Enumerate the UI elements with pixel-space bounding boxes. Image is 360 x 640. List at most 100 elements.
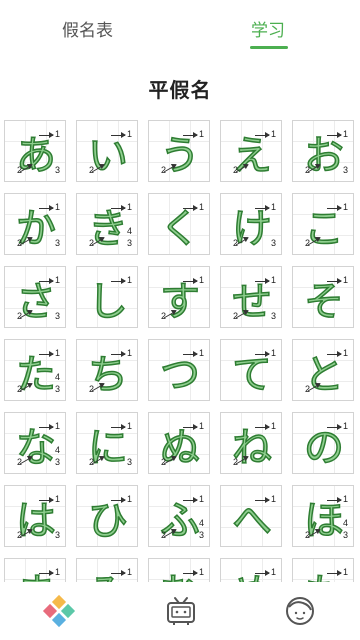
nav-video-button[interactable] <box>164 594 198 628</box>
stroke-order-number: 1 <box>342 129 348 139</box>
stroke-order-number: 3 <box>270 311 276 321</box>
stroke-order-number: 4 <box>54 445 60 455</box>
stroke-arrow-icon <box>327 424 342 430</box>
stroke-arrow-icon <box>39 497 54 503</box>
stroke-order-number: 2 <box>161 311 167 321</box>
kana-cell[interactable]: ま123 <box>4 558 66 582</box>
kana-cell[interactable]: き1234 <box>76 193 138 255</box>
stroke-order-number: 1 <box>342 202 348 212</box>
nav-profile-button[interactable] <box>283 594 317 628</box>
stroke-order-number: 2 <box>305 530 311 540</box>
stroke-arrow-icon <box>327 278 342 284</box>
stroke-order-number: 3 <box>54 530 60 540</box>
stroke-order-number: 2 <box>89 165 95 175</box>
nav-home-button[interactable] <box>42 594 76 628</box>
kana-cell[interactable]: た1234 <box>4 339 66 401</box>
kana-cell[interactable]: む123 <box>148 558 210 582</box>
kana-cell[interactable]: あ123 <box>4 120 66 182</box>
stroke-order-number: 1 <box>126 202 132 212</box>
stroke-arrow-icon <box>39 278 54 284</box>
stroke-order-number: 2 <box>89 238 95 248</box>
stroke-order-number: 1 <box>342 421 348 431</box>
stroke-order-number: 4 <box>198 518 204 528</box>
stroke-order-number: 2 <box>89 457 95 467</box>
stroke-arrow-icon <box>255 424 270 430</box>
face-icon <box>286 597 314 625</box>
stroke-order-number: 1 <box>270 275 276 285</box>
stroke-order-number: 2 <box>305 384 311 394</box>
stroke-arrow-icon <box>255 497 270 503</box>
stroke-order-number: 3 <box>270 238 276 248</box>
kana-cell[interactable]: く1 <box>148 193 210 255</box>
kana-cell[interactable]: は123 <box>4 485 66 547</box>
kana-cell[interactable]: ぬ12 <box>148 412 210 474</box>
kana-cell[interactable]: ね12 <box>220 412 282 474</box>
kana-cell[interactable]: の1 <box>292 412 354 474</box>
kana-cell[interactable]: に123 <box>76 412 138 474</box>
stroke-order-number: 1 <box>126 275 132 285</box>
kana-cell[interactable]: め12 <box>220 558 282 582</box>
kana-cell[interactable]: え12 <box>220 120 282 182</box>
stroke-order-number: 2 <box>17 530 23 540</box>
kana-cell[interactable]: か123 <box>4 193 66 255</box>
kana-cell[interactable]: せ123 <box>220 266 282 328</box>
kana-cell[interactable]: す12 <box>148 266 210 328</box>
stroke-order-number: 1 <box>54 421 60 431</box>
kana-cell[interactable]: て1 <box>220 339 282 401</box>
stroke-order-number: 1 <box>54 567 60 577</box>
stroke-order-number: 1 <box>270 129 276 139</box>
stroke-order-number: 1 <box>126 567 132 577</box>
stroke-order-number: 1 <box>54 202 60 212</box>
stroke-order-number: 3 <box>54 311 60 321</box>
stroke-order-number: 3 <box>342 165 348 175</box>
kana-cell[interactable]: ほ1234 <box>292 485 354 547</box>
kana-cell[interactable]: ひ1 <box>76 485 138 547</box>
stroke-arrow-icon <box>255 205 270 211</box>
tab-study[interactable]: 学习 <box>251 16 285 41</box>
kana-cell[interactable]: い12 <box>76 120 138 182</box>
kana-cell[interactable]: ち12 <box>76 339 138 401</box>
kana-cell[interactable]: う12 <box>148 120 210 182</box>
stroke-order-number: 3 <box>198 530 204 540</box>
four-diamonds-icon <box>42 594 76 628</box>
stroke-arrow-icon <box>255 570 270 576</box>
stroke-order-number: 1 <box>270 421 276 431</box>
kana-cell[interactable]: み12 <box>76 558 138 582</box>
stroke-order-number: 1 <box>270 202 276 212</box>
stroke-order-number: 1 <box>198 275 204 285</box>
stroke-arrow-icon <box>111 570 126 576</box>
kana-cell[interactable]: そ1 <box>292 266 354 328</box>
kana-cell[interactable]: さ123 <box>4 266 66 328</box>
kana-cell[interactable]: お123 <box>292 120 354 182</box>
stroke-arrow-icon <box>255 351 270 357</box>
kana-cell[interactable]: け123 <box>220 193 282 255</box>
stroke-arrow-icon <box>183 132 198 138</box>
stroke-arrow-icon <box>183 278 198 284</box>
stroke-order-number: 1 <box>198 202 204 212</box>
kana-cell[interactable]: こ12 <box>292 193 354 255</box>
stroke-order-number: 2 <box>17 384 23 394</box>
kana-grid-scroll[interactable]: あ123い12う12え12お123か123き1234く1け123こ12さ123し… <box>0 120 360 582</box>
stroke-arrow-icon <box>183 570 198 576</box>
stroke-arrow-icon <box>39 205 54 211</box>
stroke-order-number: 1 <box>54 129 60 139</box>
stroke-order-number: 4 <box>54 372 60 382</box>
tab-kana-table[interactable]: 假名表 <box>62 16 113 41</box>
kana-cell[interactable]: つ1 <box>148 339 210 401</box>
stroke-arrow-icon <box>111 497 126 503</box>
stroke-order-number: 3 <box>126 457 132 467</box>
stroke-order-number: 2 <box>17 457 23 467</box>
kana-cell[interactable]: ふ1234 <box>148 485 210 547</box>
stroke-order-number: 1 <box>126 494 132 504</box>
kana-cell[interactable]: も123 <box>292 558 354 582</box>
stroke-order-number: 2 <box>161 457 167 467</box>
stroke-order-number: 3 <box>54 457 60 467</box>
kana-cell[interactable]: な1234 <box>4 412 66 474</box>
kana-cell[interactable]: し1 <box>76 266 138 328</box>
stroke-order-number: 1 <box>342 567 348 577</box>
stroke-order-number: 2 <box>161 165 167 175</box>
kana-cell[interactable]: へ1 <box>220 485 282 547</box>
kana-cell[interactable]: と12 <box>292 339 354 401</box>
stroke-order-number: 3 <box>54 238 60 248</box>
stroke-order-number: 3 <box>126 238 132 248</box>
